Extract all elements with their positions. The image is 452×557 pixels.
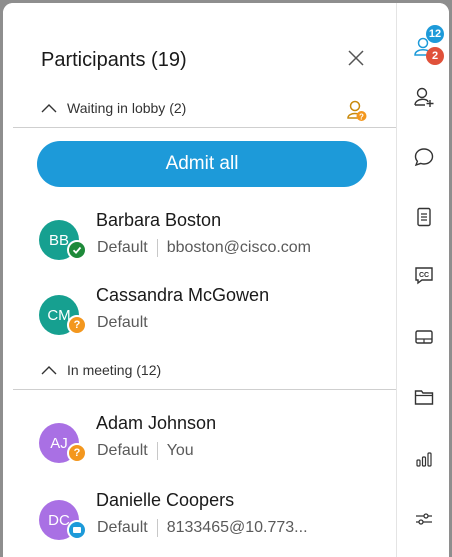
participant-name: Barbara Boston <box>96 210 222 230</box>
list-item[interactable]: AJ ? Adam Johnson Default You <box>3 413 396 475</box>
closed-captions-icon: CC <box>414 267 433 285</box>
participant-role: Default <box>97 239 148 256</box>
close-icon <box>348 50 364 66</box>
lobby-section-toggle[interactable]: Waiting in lobby (2) <box>41 97 186 119</box>
layout-button[interactable] <box>397 317 449 357</box>
question-icon: ? <box>73 319 81 331</box>
files-button[interactable] <box>397 377 449 417</box>
lobby-waiting-icon: ? <box>347 100 367 122</box>
chevron-up-icon <box>41 104 57 113</box>
participants-panel: Participants (19) Waiting in lobby (2) ?… <box>3 3 396 557</box>
device-icon <box>73 527 81 533</box>
svg-text:CC: CC <box>418 272 428 279</box>
participant-name: Adam Johnson <box>96 413 217 433</box>
list-item[interactable]: BB Barbara Boston Default bboston@cisco.… <box>3 210 396 272</box>
status-badge: ? <box>67 443 87 463</box>
layout-icon <box>414 330 433 344</box>
participant-name: Danielle Coopers <box>96 490 235 510</box>
lobby-indicator: ? <box>346 99 368 123</box>
status-badge <box>67 240 87 260</box>
participant-details: Default You <box>97 442 194 460</box>
lobby-count-badge: 2 <box>426 47 444 65</box>
section-divider <box>13 127 396 128</box>
participant-self-label: You <box>166 442 194 459</box>
add-participant-button[interactable] <box>397 77 449 117</box>
chat-icon <box>414 148 433 167</box>
notes-icon <box>416 207 431 227</box>
polling-icon <box>415 452 432 467</box>
polling-button[interactable] <box>397 439 449 479</box>
separator <box>156 519 158 537</box>
participant-details: Default bboston@cisco.com <box>97 239 311 257</box>
closed-captions-button[interactable]: CC <box>397 255 449 295</box>
meeting-section-label: In meeting (12) <box>67 362 162 378</box>
add-participant-icon <box>413 87 433 107</box>
lobby-section-label: Waiting in lobby (2) <box>67 100 187 116</box>
participant-role: Default <box>97 519 148 536</box>
section-divider <box>13 389 396 390</box>
participant-address: 8133465@10.773... <box>166 519 308 536</box>
settings-button[interactable] <box>397 499 449 539</box>
admit-all-button[interactable]: Admit all <box>37 141 367 187</box>
close-button[interactable] <box>345 47 367 69</box>
participant-details: Default 8133465@10.773... <box>97 519 308 537</box>
panel-title: Participants (19) <box>41 49 187 71</box>
settings-sliders-icon <box>415 513 432 525</box>
separator <box>156 239 158 257</box>
participant-role: Default <box>97 314 148 331</box>
app-window: Participants (19) Waiting in lobby (2) ?… <box>3 3 449 557</box>
chat-button[interactable] <box>397 137 449 177</box>
list-item[interactable]: DC Danielle Coopers Default 8133465@10.7… <box>3 490 396 552</box>
side-rail: 12 2 CC <box>396 3 449 557</box>
list-item[interactable]: CM ? Cassandra McGowen Default <box>3 285 396 347</box>
participants-count-badge: 12 <box>426 25 444 43</box>
separator <box>156 442 158 460</box>
status-badge <box>67 520 87 540</box>
status-badge: ? <box>67 315 87 335</box>
question-icon: ? <box>73 447 81 459</box>
participant-details: Default <box>97 314 148 332</box>
participant-name: Cassandra McGowen <box>96 285 270 305</box>
chevron-up-icon <box>41 366 57 375</box>
meeting-section-toggle[interactable]: In meeting (12) <box>41 359 161 381</box>
files-icon <box>414 390 433 405</box>
svg-text:?: ? <box>359 113 364 122</box>
check-icon <box>72 246 82 255</box>
participant-email: bboston@cisco.com <box>166 239 312 256</box>
participant-role: Default <box>97 442 148 459</box>
notes-button[interactable] <box>397 197 449 237</box>
